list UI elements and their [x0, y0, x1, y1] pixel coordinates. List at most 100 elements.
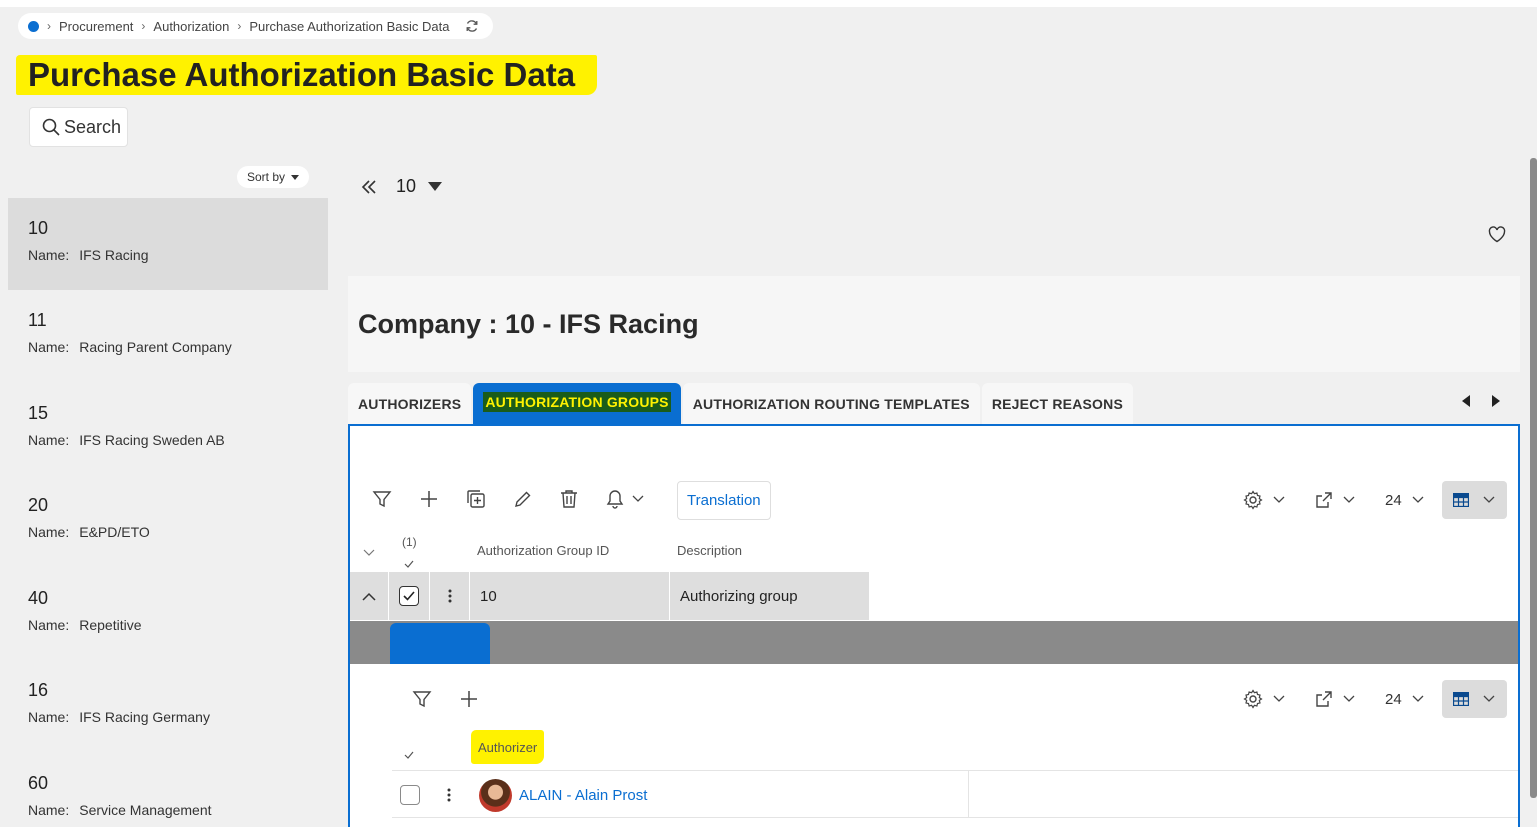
grid-settings-tools: 24: [1243, 481, 1507, 519]
list-item[interactable]: 40 Name: Repetitive: [8, 568, 328, 660]
notification-bell-icon[interactable]: [606, 489, 644, 509]
tab-scroll-arrows: [1462, 395, 1500, 407]
breadcrumb-item-authorization[interactable]: Authorization: [153, 19, 229, 34]
table-icon: [1453, 493, 1470, 507]
tab-authorization-groups[interactable]: AUTHORIZATION GROUPS: [473, 383, 681, 425]
row-select-cell[interactable]: [389, 572, 429, 620]
list-item[interactable]: 15 Name: IFS Racing Sweden AB: [8, 383, 328, 475]
grid-view-button[interactable]: [1441, 680, 1507, 718]
refresh-icon[interactable]: [465, 19, 479, 33]
cell-description[interactable]: Authorizing group: [670, 572, 869, 620]
tab-label: AUTHORIZATION ROUTING TEMPLATES: [692, 396, 970, 412]
name-label: Name:: [28, 709, 70, 725]
select-all-check-icon[interactable]: [404, 555, 414, 573]
list-item-name: Service Management: [79, 802, 212, 818]
chevron-down-icon: [1343, 695, 1355, 702]
search-button[interactable]: Search: [29, 107, 128, 147]
grid-toolbar: [372, 489, 644, 509]
authorizer-cell[interactable]: ALAIN - Alain Prost: [479, 779, 647, 812]
chevron-right-icon: ›: [141, 19, 146, 33]
favorite-heart-icon[interactable]: [1488, 226, 1506, 248]
company-list: 10 Name: IFS Racing 11 Name: Racing Parent…: [8, 158, 328, 827]
sort-by-label: Sort by: [247, 170, 286, 184]
caret-down-icon: [428, 182, 443, 191]
list-item[interactable]: 20 Name: E&PD/ETO: [8, 475, 328, 567]
list-item-id: 10: [28, 218, 49, 238]
detail-settings-tools: 24: [1243, 680, 1507, 718]
chevron-down-icon: [1273, 496, 1285, 503]
column-header-authorizer[interactable]: Authorizer: [471, 730, 545, 764]
settings-gear-icon[interactable]: [1243, 490, 1285, 510]
detail-tab-active[interactable]: [390, 623, 490, 664]
chevron-down-icon: [1343, 496, 1355, 503]
duplicate-icon[interactable]: [466, 489, 486, 509]
row-checkbox[interactable]: [400, 785, 420, 805]
cell-group-id[interactable]: 10: [470, 572, 669, 620]
page-size-value: 24: [1385, 690, 1402, 708]
filter-icon[interactable]: [372, 489, 392, 509]
list-item-id: 20: [28, 495, 49, 515]
double-chevron-left-icon[interactable]: [360, 179, 378, 195]
breadcrumb-item-current: Purchase Authorization Basic Data: [249, 18, 450, 34]
table-row[interactable]: 10 Authorizing group: [350, 572, 1518, 620]
row-menu-kebab-icon[interactable]: [430, 572, 469, 620]
current-record: 10: [396, 176, 417, 196]
top-bar: [0, 0, 1537, 7]
record-navigator: 10: [360, 176, 443, 197]
column-header-description[interactable]: Description: [677, 543, 742, 558]
tab-authorization-routing-templates[interactable]: AUTHORIZATION ROUTING TEMPLATES: [682, 383, 980, 425]
list-item[interactable]: 11 Name: Racing Parent Company: [8, 290, 328, 382]
list-item-name: E&PD/ETO: [79, 524, 150, 540]
chevron-down-icon: [1412, 695, 1424, 702]
tab-authorizers[interactable]: AUTHORIZERS: [348, 383, 472, 425]
breadcrumb-item-procurement[interactable]: Procurement: [59, 19, 133, 34]
table-row[interactable]: ALAIN - Alain Prost: [392, 770, 1518, 818]
add-icon[interactable]: [420, 490, 438, 508]
avatar: [479, 779, 512, 812]
list-item-id: 16: [28, 680, 49, 700]
scrollbar[interactable]: [1530, 158, 1537, 798]
translation-button[interactable]: Translation: [677, 481, 771, 520]
row-menu-kebab-icon[interactable]: [447, 788, 451, 807]
page-size-selector[interactable]: 24: [1385, 492, 1424, 509]
filter-icon[interactable]: [412, 689, 432, 709]
select-all-check-icon[interactable]: [404, 746, 414, 764]
add-icon[interactable]: [460, 690, 478, 708]
list-item-name: IFS Racing Sweden AB: [79, 432, 225, 448]
page-title: Purchase Authorization Basic Data: [16, 55, 598, 95]
record-selector[interactable]: 10: [396, 176, 443, 197]
collapse-chevron-icon[interactable]: [350, 572, 388, 620]
list-item-name: IFS Racing Germany: [79, 709, 210, 725]
search-label: Search: [64, 116, 122, 137]
detail-tab-band: [350, 621, 1518, 664]
grid-view-button[interactable]: [1441, 481, 1507, 519]
chevron-down-icon: [1483, 695, 1495, 702]
chevron-down-icon: [632, 495, 644, 502]
list-item-id: 60: [28, 773, 49, 793]
column-divider: [968, 771, 969, 817]
list-item[interactable]: 16 Name: IFS Racing Germany: [8, 660, 328, 752]
caret-left-icon[interactable]: [1462, 395, 1470, 407]
sort-by-dropdown[interactable]: Sort by: [237, 166, 310, 188]
list-item-name: Racing Parent Company: [79, 339, 232, 355]
settings-gear-icon[interactable]: [1243, 689, 1285, 709]
delete-icon[interactable]: [560, 489, 578, 509]
authorizer-link[interactable]: ALAIN - Alain Prost: [519, 787, 647, 804]
list-item-name: Repetitive: [79, 617, 142, 633]
export-icon[interactable]: [1315, 491, 1355, 509]
chevron-down-icon: [1273, 695, 1285, 702]
caret-right-icon[interactable]: [1492, 395, 1500, 407]
column-header-group-id[interactable]: Authorization Group ID: [477, 543, 609, 558]
tab-label: AUTHORIZERS: [358, 396, 462, 412]
home-icon[interactable]: [28, 20, 39, 32]
expand-all-chevron-icon[interactable]: [363, 544, 375, 562]
page-size-value: 24: [1385, 491, 1402, 509]
name-label: Name:: [28, 432, 70, 448]
list-item[interactable]: 60 Name: Service Management: [8, 753, 328, 827]
edit-icon[interactable]: [514, 490, 532, 508]
export-icon[interactable]: [1315, 690, 1355, 708]
tab-reject-reasons[interactable]: REJECT REASONS: [981, 383, 1133, 425]
row-checkbox[interactable]: [399, 586, 419, 606]
list-item[interactable]: 10 Name: IFS Racing: [8, 198, 328, 290]
page-size-selector[interactable]: 24: [1385, 691, 1424, 708]
